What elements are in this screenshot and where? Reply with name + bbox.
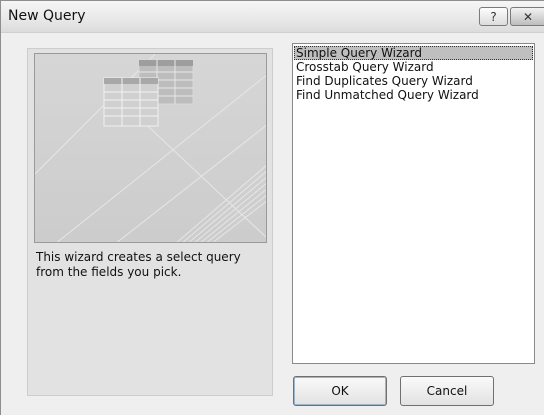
close-button[interactable]: ✕ — [510, 7, 544, 26]
new-query-dialog: New Query ? ✕ This wizard creates a sele… — [0, 0, 544, 415]
wizard-listbox[interactable]: Simple Query Wizard Crosstab Query Wizar… — [292, 43, 535, 364]
list-item-simple-query-wizard[interactable]: Simple Query Wizard — [294, 46, 533, 60]
help-button[interactable]: ? — [479, 7, 508, 26]
list-item-crosstab-query-wizard[interactable]: Crosstab Query Wizard — [294, 60, 533, 74]
list-item-find-unmatched-query-wizard[interactable]: Find Unmatched Query Wizard — [294, 88, 533, 102]
dialog-title: New Query — [8, 8, 86, 24]
table-front-icon — [103, 77, 159, 127]
help-icon: ? — [490, 9, 497, 24]
wizard-preview-panel: This wizard creates a select query from … — [27, 48, 273, 396]
wizard-preview-image — [34, 53, 267, 243]
ok-button[interactable]: OK — [293, 376, 387, 406]
list-item-find-duplicates-query-wizard[interactable]: Find Duplicates Query Wizard — [294, 74, 533, 88]
cancel-button[interactable]: Cancel — [400, 376, 494, 406]
preview-illustration — [35, 54, 266, 242]
title-bar[interactable]: New Query ? ✕ — [1, 1, 544, 33]
wizard-description: This wizard creates a select query from … — [36, 250, 241, 279]
close-icon: ✕ — [522, 9, 534, 24]
